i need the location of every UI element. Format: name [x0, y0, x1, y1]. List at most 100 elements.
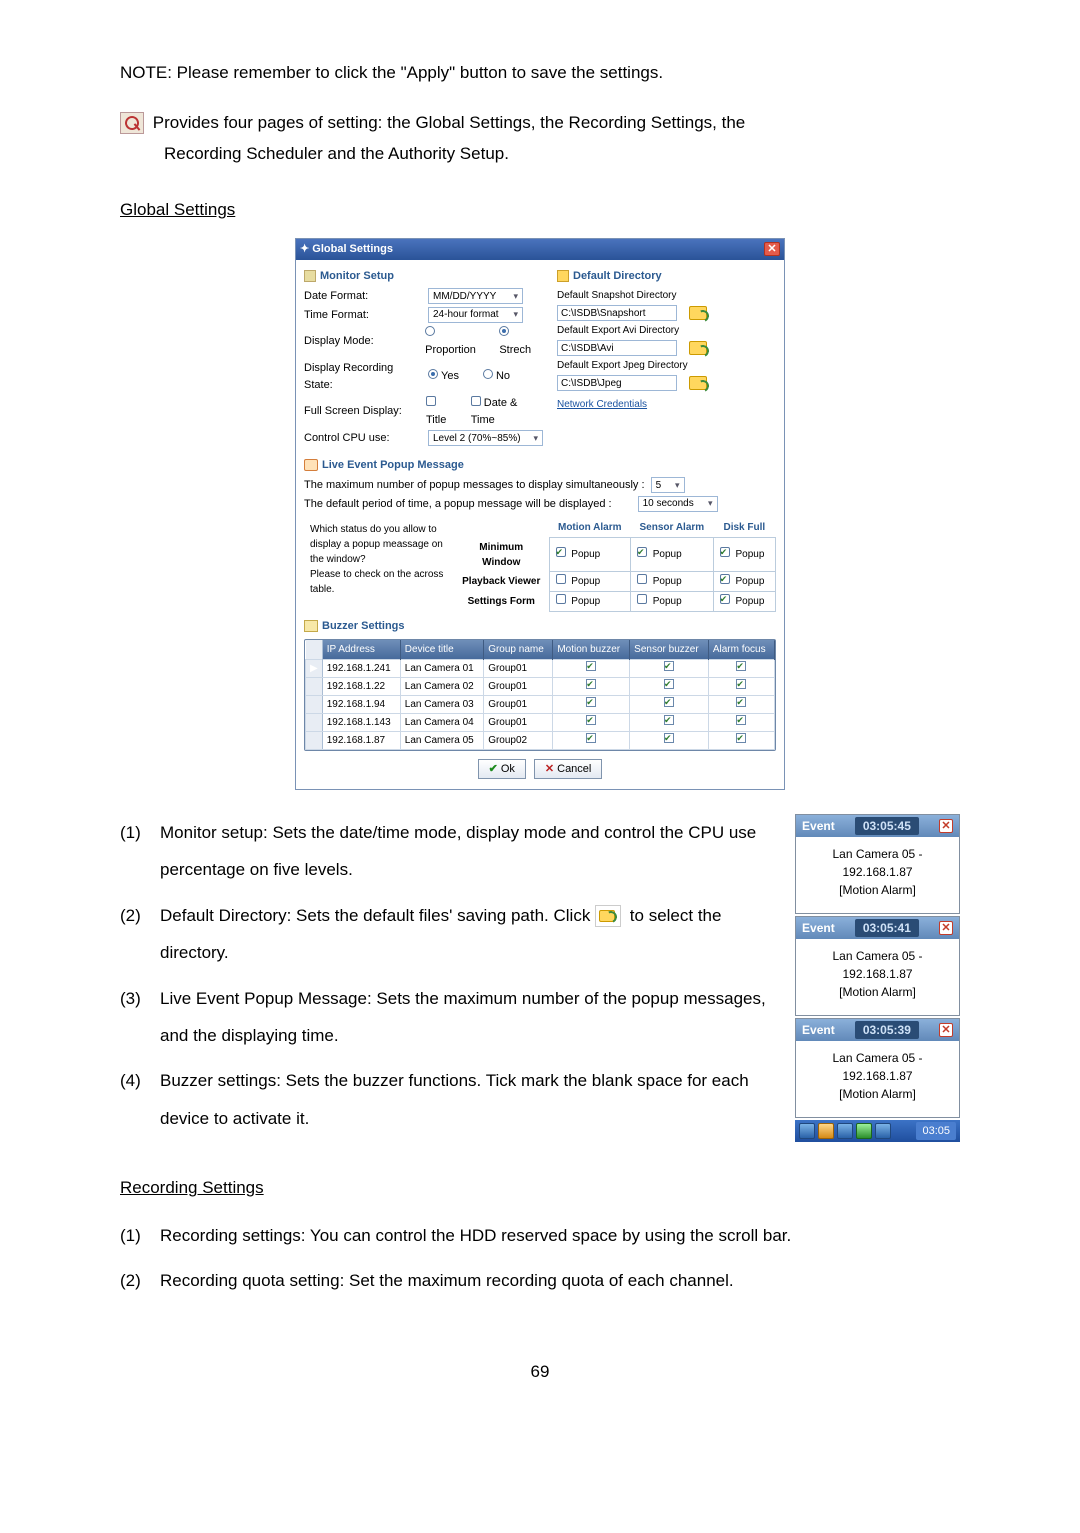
- motion-buzzer-checkbox[interactable]: [586, 715, 596, 725]
- matrix-note: Which status do you allow to display a p…: [304, 518, 454, 612]
- pb-disk-checkbox[interactable]: [720, 574, 730, 584]
- taskbar-icon[interactable]: [875, 1123, 891, 1139]
- pb-sensor-checkbox[interactable]: [637, 574, 647, 584]
- disk-full-header: Disk Full: [713, 518, 775, 538]
- cpu-select[interactable]: Level 2 (70%~85%): [428, 430, 543, 446]
- default-directory-header: Default Directory: [573, 268, 662, 285]
- taskbar: 03:05: [795, 1120, 960, 1142]
- buzzer-settings-header: Buzzer Settings: [322, 618, 405, 635]
- item-number: (1): [120, 1217, 146, 1254]
- yes-radio[interactable]: [428, 369, 438, 379]
- set-sensor-checkbox[interactable]: [637, 594, 647, 604]
- motion-buzzer-checkbox[interactable]: [586, 661, 596, 671]
- browse-avi-button[interactable]: [689, 341, 707, 355]
- cancel-button[interactable]: ✕Cancel: [534, 759, 602, 780]
- event-label: Event: [802, 919, 835, 937]
- event-body-line1: Lan Camera 05 - 192.168.1.87: [802, 845, 953, 881]
- max-popup-select[interactable]: 5: [651, 477, 685, 493]
- item-number: (3): [120, 980, 146, 1055]
- motion-buzzer-checkbox[interactable]: [586, 697, 596, 707]
- event-body-line2: [Motion Alarm]: [802, 1085, 953, 1103]
- table-row[interactable]: 192.168.1.87Lan Camera 05Group02: [306, 731, 775, 749]
- yes-label: Yes: [441, 370, 459, 382]
- monitor-icon: [304, 270, 316, 282]
- list1-item3: Live Event Popup Message: Sets the maxim…: [160, 980, 775, 1055]
- avi-dir-input[interactable]: C:\ISDB\Avi: [557, 340, 677, 356]
- item-number: (1): [120, 814, 146, 889]
- set-motion-checkbox[interactable]: [556, 594, 566, 604]
- pb-motion-checkbox[interactable]: [556, 574, 566, 584]
- avi-dir-label: Default Export Avi Directory: [557, 323, 776, 338]
- ok-button[interactable]: ✔Ok: [478, 759, 526, 780]
- table-row[interactable]: 192.168.1.143Lan Camera 04Group01: [306, 713, 775, 731]
- motion-buzzer-checkbox[interactable]: [586, 679, 596, 689]
- table-row[interactable]: ▶192.168.1.241Lan Camera 01Group01: [306, 659, 775, 677]
- event-body-line1: Lan Camera 05 - 192.168.1.87: [802, 1049, 953, 1085]
- sensor-buzzer-checkbox[interactable]: [664, 679, 674, 689]
- sensor-buzzer-checkbox[interactable]: [664, 733, 674, 743]
- taskbar-icon[interactable]: [799, 1123, 815, 1139]
- min-disk-checkbox[interactable]: [720, 547, 730, 557]
- dialog-title: Global Settings: [312, 243, 393, 255]
- global-settings-heading: Global Settings: [120, 197, 960, 223]
- global-settings-screenshot: ✦ Global Settings ✕ Monitor Setup Date F…: [120, 238, 960, 790]
- snapshot-dir-input[interactable]: C:\ISDB\Snapshort: [557, 305, 677, 321]
- popup-icon: [304, 459, 318, 471]
- list2-item2: Recording quota setting: Set the maximum…: [160, 1262, 734, 1299]
- alarm-focus-checkbox[interactable]: [736, 661, 746, 671]
- jpeg-dir-label: Default Export Jpeg Directory: [557, 358, 776, 373]
- item-number: (2): [120, 897, 146, 972]
- event-body-line2: [Motion Alarm]: [802, 983, 953, 1001]
- tool-desc-line2: Recording Scheduler and the Authority Se…: [164, 141, 960, 167]
- taskbar-icon[interactable]: [856, 1123, 872, 1139]
- min-motion-checkbox[interactable]: [556, 547, 566, 557]
- browse-jpeg-button[interactable]: [689, 376, 707, 390]
- full-screen-label: Full Screen Display:: [304, 403, 420, 420]
- list1-item2: Default Directory: Sets the default file…: [160, 897, 775, 972]
- tool-desc-line1: Provides four pages of setting: the Glob…: [153, 113, 746, 132]
- jpeg-dir-input[interactable]: C:\ISDB\Jpeg: [557, 375, 677, 391]
- motion-buzzer-checkbox[interactable]: [586, 733, 596, 743]
- settings-form-row: Settings Form: [454, 592, 549, 612]
- taskbar-icon[interactable]: [837, 1123, 853, 1139]
- title-checkbox[interactable]: [426, 396, 436, 406]
- close-icon[interactable]: ✕: [939, 1023, 953, 1037]
- close-icon[interactable]: ✕: [939, 921, 953, 935]
- popup-period-select[interactable]: 10 seconds: [638, 496, 718, 512]
- taskbar-clock: 03:05: [916, 1122, 956, 1141]
- date-format-select[interactable]: MM/DD/YYYY: [428, 288, 523, 304]
- proportion-radio[interactable]: [425, 326, 435, 336]
- close-icon[interactable]: ✕: [764, 242, 780, 256]
- close-icon[interactable]: ✕: [939, 819, 953, 833]
- proportion-label: Proportion: [425, 344, 476, 356]
- event-label: Event: [802, 817, 835, 835]
- event-body-line2: [Motion Alarm]: [802, 881, 953, 899]
- network-credentials-link[interactable]: Network Credentials: [557, 397, 647, 412]
- min-sensor-checkbox[interactable]: [637, 547, 647, 557]
- page-number: 69: [120, 1359, 960, 1385]
- strech-radio[interactable]: [499, 326, 509, 336]
- table-row[interactable]: 192.168.1.22Lan Camera 02Group01: [306, 677, 775, 695]
- no-radio[interactable]: [483, 369, 493, 379]
- set-disk-checkbox[interactable]: [720, 594, 730, 604]
- alarm-focus-checkbox[interactable]: [736, 733, 746, 743]
- sensor-buzzer-checkbox[interactable]: [664, 661, 674, 671]
- event-popup-stack: Event03:05:45✕Lan Camera 05 - 192.168.1.…: [795, 814, 960, 1142]
- sensor-buzzer-checkbox[interactable]: [664, 697, 674, 707]
- time-format-label: Time Format:: [304, 307, 422, 324]
- table-row[interactable]: 192.168.1.94Lan Camera 03Group01: [306, 695, 775, 713]
- event-body-line1: Lan Camera 05 - 192.168.1.87: [802, 947, 953, 983]
- sensor-buzzer-checkbox[interactable]: [664, 715, 674, 725]
- datetime-checkbox[interactable]: [471, 396, 481, 406]
- browse-snapshot-button[interactable]: [689, 306, 707, 320]
- alarm-focus-checkbox[interactable]: [736, 679, 746, 689]
- item-number: (4): [120, 1062, 146, 1137]
- note-text: NOTE: Please remember to click the "Appl…: [120, 60, 960, 86]
- event-time: 03:05:39: [855, 1021, 919, 1039]
- time-format-select[interactable]: 24-hour format: [428, 307, 523, 323]
- col-alarm-focus: Alarm focus: [708, 640, 774, 660]
- event-popup: Event03:05:41✕Lan Camera 05 - 192.168.1.…: [795, 916, 960, 1016]
- taskbar-icon[interactable]: [818, 1123, 834, 1139]
- alarm-focus-checkbox[interactable]: [736, 715, 746, 725]
- alarm-focus-checkbox[interactable]: [736, 697, 746, 707]
